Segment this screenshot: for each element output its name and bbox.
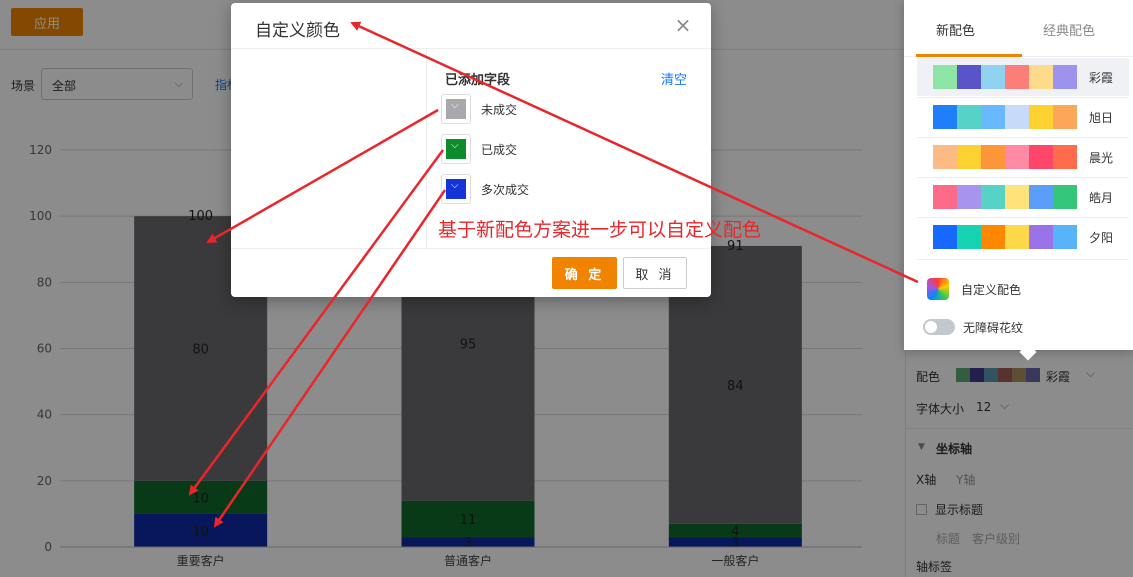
annotation-arrow <box>213 189 447 528</box>
annotation-arrow <box>188 149 445 496</box>
annotation-arrows <box>188 21 919 528</box>
annotation-text: 基于新配色方案进一步可以自定义配色 <box>438 219 762 241</box>
annotation-arrow <box>350 21 919 284</box>
annotation-arrow <box>206 108 439 244</box>
